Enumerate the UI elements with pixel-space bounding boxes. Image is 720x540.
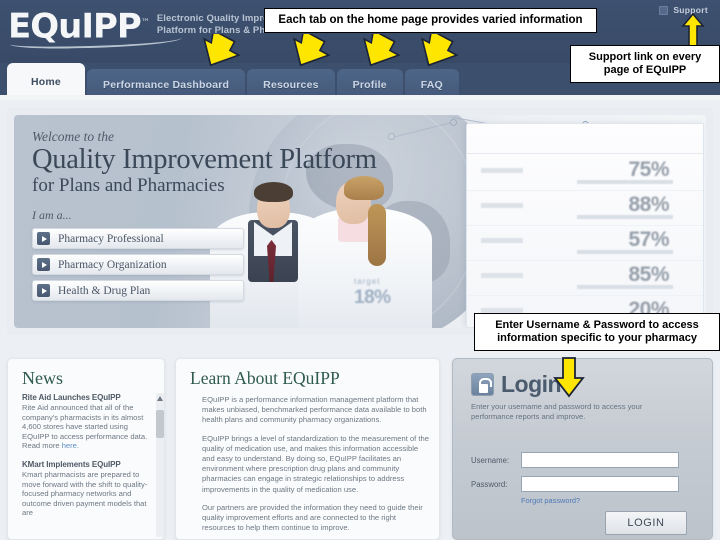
play-icon	[37, 284, 50, 297]
username-label: Username:	[471, 455, 510, 465]
hero-copy: Welcome to the Quality Improvement Platf…	[32, 129, 377, 306]
news-headline: Rite Aid Launches EQuIPP	[22, 393, 121, 402]
news-body: Rite Aid announced that all of the compa…	[22, 403, 152, 451]
login-header: Login	[471, 371, 562, 398]
dashboard-col-label	[495, 133, 553, 139]
dashboard-stat-value: 88%	[628, 193, 669, 216]
hero-headline: Quality Improvement Platform	[32, 144, 377, 175]
logo-swoosh-icon	[9, 32, 183, 50]
role-button-pharmacy-professional[interactable]: Pharmacy Professional	[32, 228, 244, 249]
learn-panel-body: EQuIPP is a performance information mana…	[202, 395, 430, 540]
callout-support: Support link on every page of EQuIPP	[570, 45, 720, 83]
dashboard-stat-value: 75%	[628, 158, 669, 181]
play-icon	[37, 232, 50, 245]
role-label: Pharmacy Organization	[58, 258, 167, 271]
dashboard-stat-value: 85%	[628, 263, 669, 286]
play-icon	[37, 258, 50, 271]
site-logo[interactable]: EQuIPP™ Electronic Quality Improvement P…	[8, 4, 307, 50]
learn-paragraph: EQuIPP is a performance information mana…	[202, 395, 427, 425]
learn-panel-title: Learn About EQuIPP	[190, 368, 340, 388]
dashboard-stat-caption	[577, 215, 673, 219]
news-list: Rite Aid Launches EQuIPP Rite Aid announ…	[22, 393, 152, 537]
dashboard-stat-row: 85%	[467, 261, 703, 296]
lock-icon	[471, 373, 494, 396]
news-item[interactable]: KMart Implements EQuIPP Kmart pharmacist…	[22, 460, 152, 518]
tab-profile-label: Profile	[352, 78, 387, 91]
support-icon	[659, 5, 669, 15]
hero-subhead: for Plans and Pharmacies	[32, 175, 225, 196]
learn-paragraph: EQuIPP brings a level of standardization…	[202, 433, 429, 494]
news-scrollbar-thumb[interactable]	[156, 410, 164, 438]
tab-resources-label: Resources	[263, 78, 319, 91]
annotation-arrow-login	[552, 356, 586, 398]
dashboard-screenshot: 75% 88% 57% 85% 20%	[466, 123, 704, 328]
logo-trademark: ™	[140, 18, 150, 28]
annotation-arrow-tab-profile	[416, 34, 462, 72]
role-button-list: Pharmacy Professional Pharmacy Organizat…	[32, 228, 377, 301]
news-read-more-link[interactable]: here.	[62, 441, 79, 450]
logo-wordmark: EQuIPP™	[8, 4, 183, 50]
dashboard-stat-row: 88%	[467, 191, 703, 226]
role-button-health-drug-plan[interactable]: Health & Drug Plan	[32, 280, 244, 301]
dashboard-stat-row: 75%	[467, 156, 703, 191]
learn-paragraph: Our partners are provided the informatio…	[202, 502, 423, 533]
tab-home-label: Home	[31, 75, 61, 88]
role-label: Pharmacy Professional	[58, 232, 164, 245]
annotation-arrow-tab-resources	[358, 34, 404, 72]
password-label: Password:	[471, 479, 508, 489]
news-panel-title: News	[22, 368, 63, 388]
dashboard-stat-name	[481, 238, 523, 243]
slide-root: EQuIPP™ Electronic Quality Improvement P…	[0, 0, 720, 540]
callout-tabs: Each tab on the home page provides varie…	[264, 8, 597, 33]
tabbar-underline	[0, 95, 720, 100]
dashboard-header	[467, 124, 703, 154]
news-panel: News Rite Aid Launches EQuIPP Rite Aid a…	[7, 358, 165, 540]
dashboard-col-label	[585, 133, 655, 139]
role-label: Health & Drug Plan	[58, 284, 151, 297]
password-input[interactable]	[521, 476, 679, 492]
annotation-arrow-tab-home	[198, 34, 244, 72]
scroll-up-arrow-icon[interactable]	[157, 396, 163, 401]
news-body-text: Rite Aid announced that all of the compa…	[22, 403, 148, 451]
dashboard-stat-row: 57%	[467, 226, 703, 261]
dashboard-stat-value: 57%	[628, 228, 669, 251]
annotation-arrow-tab-performance	[288, 34, 334, 72]
dashboard-stat-name	[481, 168, 523, 173]
dashboard-stat-caption	[577, 285, 673, 289]
learn-panel: Learn About EQuIPP EQuIPP is a performan…	[175, 358, 440, 540]
dashboard-stat-caption	[577, 250, 673, 254]
news-headline: KMart Implements EQuIPP	[22, 459, 121, 469]
forgot-password-link[interactable]: Forgot password?	[521, 496, 580, 505]
dashboard-stat-name	[481, 273, 523, 278]
hero-welcome: Welcome to the	[32, 129, 114, 144]
login-button[interactable]: LOGIN	[605, 511, 687, 535]
dashboard-stat-caption	[577, 180, 673, 184]
news-item[interactable]: Rite Aid Launches EQuIPP Rite Aid announ…	[22, 393, 152, 451]
tab-performance-dashboard-label: Performance Dashboard	[103, 78, 230, 91]
tab-faq-label: FAQ	[420, 78, 443, 91]
hero-banner: 75% 88% 57% 85% 20% target 18% Welcome t…	[14, 115, 706, 328]
callout-login: Enter Username & Password to access info…	[474, 313, 720, 351]
hero-i-am-a-label: I am a...	[32, 208, 72, 222]
dashboard-stat-name	[481, 203, 523, 208]
username-input[interactable]	[521, 452, 679, 468]
hero-banner-frame: 75% 88% 57% 85% 20% target 18% Welcome t…	[7, 108, 713, 335]
password-row: Password:	[471, 476, 693, 492]
news-body: Kmart pharmacists are prepared to move f…	[22, 469, 148, 518]
login-subtitle: Enter your username and password to acce…	[471, 402, 643, 421]
news-scrollbar[interactable]	[156, 393, 164, 537]
username-row: Username:	[471, 452, 693, 468]
role-button-pharmacy-organization[interactable]: Pharmacy Organization	[32, 254, 244, 275]
